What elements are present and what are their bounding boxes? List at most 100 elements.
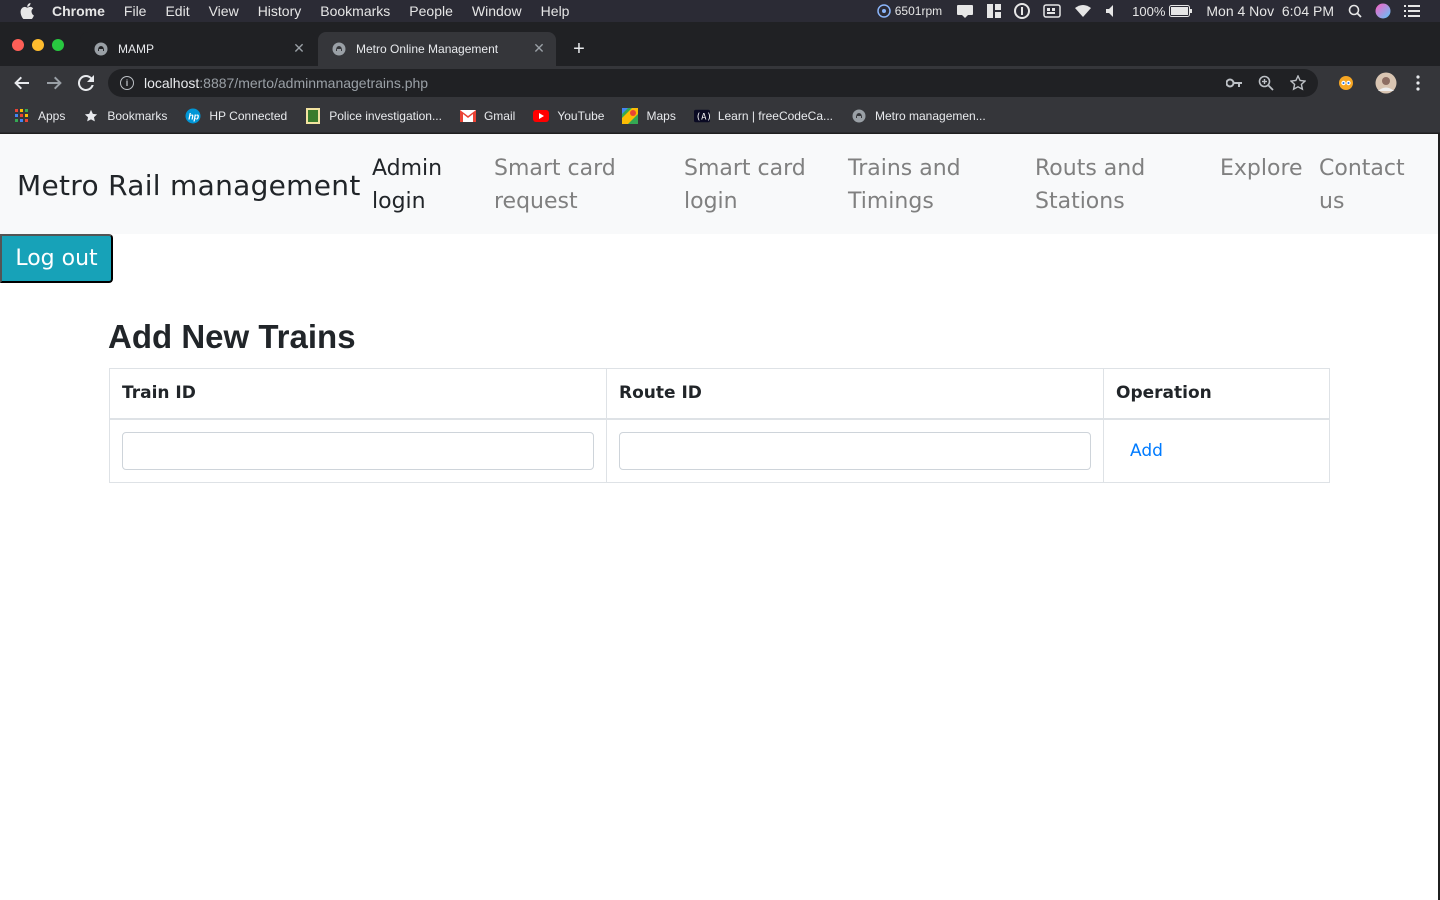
table-row: Add [109,418,1330,483]
chrome-menu-icon[interactable] [1402,75,1434,91]
grid-icon[interactable] [987,4,1002,18]
column-header-train-id: Train ID [109,368,607,420]
nav-link-line: Admin [372,156,443,181]
nav-link-line: Smart card [494,156,616,181]
elephant-icon [851,108,867,124]
elephant-icon [94,42,108,56]
menu-bookmarks[interactable]: Bookmarks [320,3,390,19]
elephant-icon [332,42,346,56]
bookmark-gmail[interactable]: Gmail [459,108,516,124]
youtube-icon [533,108,550,124]
siri-icon[interactable] [1375,3,1391,19]
address-bar[interactable]: i localhost :8887/merto/adminmanagetrain… [108,69,1318,97]
bookmark-bookmarks[interactable]: Bookmarks [83,108,167,124]
menu-file[interactable]: File [124,3,147,19]
site-info-icon[interactable]: i [120,76,134,90]
nav-admin-login[interactable]: Admin login [372,152,442,218]
tab-metro-online-management[interactable]: Metro Online Management ✕ [318,32,556,66]
menu-window[interactable]: Window [472,3,522,19]
svg-text:(A): (A) [696,113,710,123]
menu-history[interactable]: History [258,3,302,19]
add-train-button[interactable]: Add [1130,441,1163,461]
bookmark-hp-connected[interactable]: hp HP Connected [185,108,287,124]
close-tab-icon[interactable]: ✕ [292,41,306,55]
apps-grid-icon [14,108,30,124]
clock[interactable]: Mon 4 Nov 6:04 PM [1206,3,1334,19]
add-train-table: Train ID Route ID Operation Add [109,368,1330,483]
nav-link-line: Timings [848,189,934,214]
notification-icon[interactable] [956,4,974,18]
fan-speed: 6501rpm [894,4,943,18]
star-bookmark-icon[interactable] [1282,75,1314,91]
browser-toolbar: i localhost :8887/merto/adminmanagetrain… [0,66,1440,100]
menu-edit[interactable]: Edit [165,3,189,19]
bookmark-metro-management[interactable]: Metro managemen... [851,108,986,124]
reload-button[interactable] [70,69,102,97]
bookmark-label: YouTube [557,109,605,123]
nav-link-line: request [494,189,578,214]
fan-icon[interactable] [877,4,891,18]
site-brand[interactable]: Metro Rail management [17,169,361,202]
spotlight-search-icon[interactable] [1348,4,1362,18]
new-tab-button[interactable]: + [568,38,590,60]
bookmark-youtube[interactable]: YouTube [533,108,604,124]
bookmark-apps[interactable]: Apps [14,108,65,124]
zoom-icon[interactable] [1250,75,1282,91]
toolbar-right [1330,66,1440,100]
nav-link-line: us [1319,189,1345,214]
extension-icon[interactable] [1330,75,1362,91]
nav-routs-and-stations[interactable]: Routs and Stations [1035,152,1145,218]
maps-icon [622,108,639,124]
apple-icon[interactable] [20,3,38,19]
nav-trains-and-timings[interactable]: Trains and Timings [848,152,961,218]
bookmark-label: Maps [646,109,676,123]
forward-button[interactable] [38,69,70,97]
close-window-button[interactable] [12,39,24,51]
menu-view[interactable]: View [209,3,239,19]
bookmark-freecodecamp[interactable]: (A) Learn | freeCodeCa... [693,108,833,124]
battery-icon[interactable] [1169,5,1193,17]
tab-strip: MAMP ✕ Metro Online Management ✕ + [0,22,1440,66]
bookmark-label: HP Connected [209,109,288,123]
bookmark-label: Apps [38,109,66,123]
route-id-cell [606,418,1104,483]
hp-icon: hp [185,108,201,124]
status-area: 6501rpm 100% Mon 4 Nov 6:04 PM [877,0,1440,22]
omnibox-actions [1218,69,1314,97]
nav-explore[interactable]: Explore [1220,152,1303,185]
key-icon[interactable] [1218,78,1250,88]
nav-link-line: login [684,189,738,214]
menu-people[interactable]: People [409,3,453,19]
tab-mamp[interactable]: MAMP ✕ [80,32,316,66]
battery-percent: 100% [1132,3,1166,19]
menu-help[interactable]: Help [541,3,570,19]
url-host: localhost [144,75,200,91]
nav-smart-card-request[interactable]: Smart card request [494,152,616,218]
bookmark-maps[interactable]: Maps [622,108,676,124]
notification-center-icon[interactable] [1404,4,1420,18]
police-icon [305,108,321,124]
menu-app-chrome[interactable]: Chrome [52,3,105,19]
keyboard-icon[interactable] [1043,4,1061,18]
star-icon [83,108,99,124]
wifi-icon[interactable] [1074,4,1092,18]
nav-smart-card-login[interactable]: Smart card login [684,152,806,218]
back-button[interactable] [6,69,38,97]
minimize-window-button[interactable] [32,39,44,51]
zoom-window-button[interactable] [52,39,64,51]
nav-contact-us[interactable]: Contact us [1319,152,1405,218]
bookmark-label: Gmail [483,109,516,123]
volume-icon[interactable] [1105,4,1119,18]
close-tab-icon[interactable]: ✕ [532,41,546,55]
onepassword-icon[interactable] [1014,3,1031,19]
profile-avatar[interactable] [1370,72,1402,94]
url-path: :8887/merto/adminmanagetrains.php [199,75,429,91]
window-controls [12,39,72,51]
bookmark-label: Metro managemen... [875,109,986,123]
bookmark-police-investigation[interactable]: Police investigation... [305,108,442,124]
train-id-input[interactable] [122,431,594,470]
nav-link-line: Explore [1220,156,1303,181]
route-id-input[interactable] [619,431,1091,470]
logout-button[interactable]: Log out [0,234,113,283]
nav-link-line: Smart card [684,156,806,181]
